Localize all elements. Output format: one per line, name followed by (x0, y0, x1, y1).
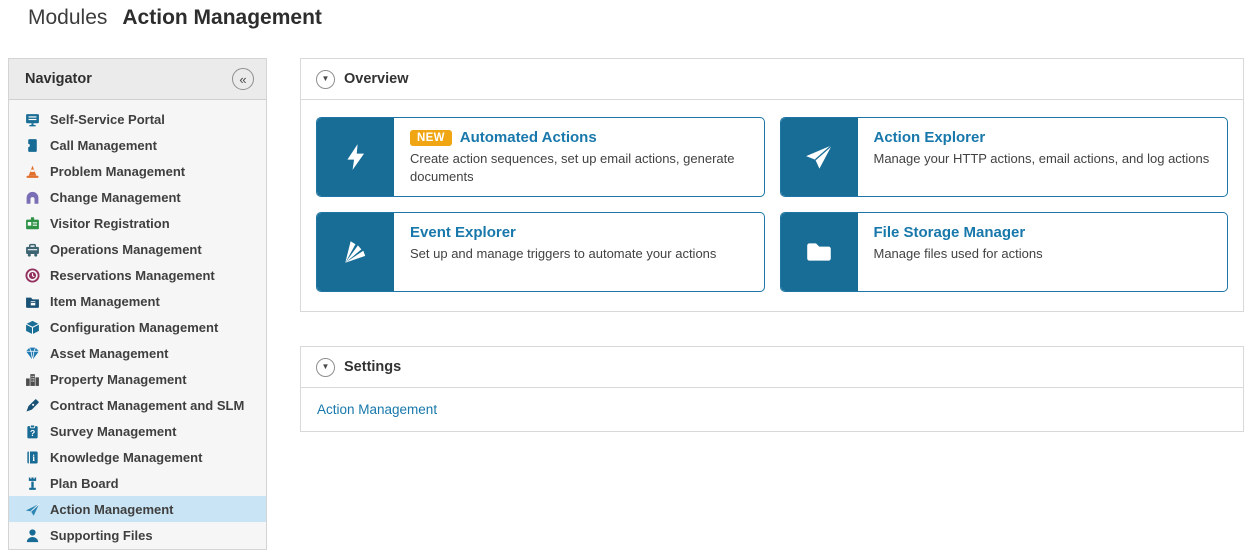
card-title: Event Explorer (410, 224, 516, 241)
book-info-icon: i (25, 450, 40, 465)
control-tower-icon (25, 476, 40, 491)
sidebar-item-label: Call Management (50, 137, 157, 153)
sidebar-item-label: Problem Management (50, 163, 186, 179)
sidebar-item-reservations-management[interactable]: Reservations Management (9, 262, 266, 288)
sidebar-item-label: Change Management (50, 189, 181, 205)
card-description: Manage files used for actions (873, 246, 1043, 261)
new-badge: NEW (410, 129, 452, 146)
sidebar-item-label: Self-Service Portal (50, 111, 165, 127)
service-van-icon (25, 242, 40, 257)
ticket-icon (25, 138, 40, 153)
overview-title: Overview (344, 71, 409, 87)
sidebar-item-property-management[interactable]: Property Management (9, 366, 266, 392)
sidebar-item-action-management[interactable]: Action Management (9, 496, 266, 522)
settings-link-row: Action Management (301, 388, 1243, 431)
page-header: Modules Action Management (0, 0, 1250, 58)
main-area: ▼ Overview NEW Automated Actions Create ac… (300, 58, 1244, 432)
navigator-header: Navigator « (9, 59, 266, 100)
settings-link-action-management[interactable]: Action Management (317, 402, 437, 417)
sidebar-item-operations-management[interactable]: Operations Management (9, 236, 266, 262)
sidebar-item-label: Plan Board (50, 475, 119, 491)
sidebar-item-knowledge-management[interactable]: i Knowledge Management (9, 444, 266, 470)
card-description: Create action sequences, set up email ac… (410, 151, 735, 184)
card-description: Set up and manage triggers to automate y… (410, 246, 717, 261)
card-title: Automated Actions (459, 129, 597, 146)
sidebar-item-change-management[interactable]: Change Management (9, 184, 266, 210)
sidebar-item-label: Knowledge Management (50, 449, 203, 465)
sidebar-item-label: Asset Management (50, 345, 169, 361)
card-automated-actions[interactable]: NEW Automated Actions Create action sequen… (316, 117, 765, 197)
monitor-icon (25, 112, 40, 127)
card-body: Event Explorer Set up and manage triggers… (394, 213, 732, 291)
event-fan-icon (317, 213, 394, 291)
person-icon (25, 528, 40, 543)
sidebar-item-label: Reservations Management (50, 267, 215, 283)
overview-panel: ▼ Overview NEW Automated Actions Create ac… (300, 58, 1244, 312)
card-action-explorer[interactable]: Action Explorer Manage your HTTP actions,… (779, 117, 1228, 197)
paper-plane-icon (780, 118, 858, 196)
sidebar-item-label: Visitor Registration (50, 215, 170, 231)
svg-text:?: ? (30, 427, 35, 437)
collapse-triangle-icon[interactable]: ▼ (316, 69, 335, 89)
clock-circle-icon (25, 267, 40, 283)
card-title: Action Explorer (873, 129, 986, 146)
sidebar-item-item-management[interactable]: Item Management (9, 288, 266, 314)
pen-icon (25, 398, 40, 413)
folder-icon (780, 213, 858, 291)
sidebar-item-visitor-registration[interactable]: Visitor Registration (9, 210, 266, 236)
sidebar-item-plan-board[interactable]: Plan Board (9, 470, 266, 496)
id-badge-icon (25, 216, 40, 231)
folder-box-icon (25, 294, 40, 309)
arch-icon (25, 190, 40, 205)
settings-panel-header: ▼ Settings (301, 347, 1243, 388)
sidebar-item-label: Property Management (50, 371, 187, 387)
navigator-title: Navigator (25, 71, 92, 87)
sidebar-item-label: Item Management (50, 293, 160, 309)
sidebar-item-label: Configuration Management (50, 319, 219, 335)
overview-panel-header: ▼ Overview (301, 59, 1243, 100)
sidebar-item-label: Action Management (50, 501, 174, 517)
card-title-row: NEW Automated Actions (410, 129, 748, 146)
card-body: Action Explorer Manage your HTTP actions,… (858, 118, 1226, 196)
card-event-explorer[interactable]: Event Explorer Set up and manage triggers… (316, 212, 765, 292)
navigator-list: Self-Service Portal Call Management Proble… (9, 100, 266, 552)
page-title: Action Management (122, 6, 322, 29)
card-title-row: Action Explorer (874, 129, 1210, 146)
card-body: File Storage Manager Manage files used fo… (858, 213, 1059, 291)
sidebar-item-label: Contract Management and SLM (50, 397, 245, 413)
lightning-icon (317, 118, 394, 196)
card-file-storage-manager[interactable]: File Storage Manager Manage files used fo… (779, 212, 1228, 292)
sidebar-item-call-management[interactable]: Call Management (9, 132, 266, 158)
settings-title: Settings (344, 359, 402, 375)
collapse-triangle-icon[interactable]: ▼ (316, 357, 335, 377)
sidebar-item-label: Survey Management (50, 423, 177, 439)
clipboard-question-icon: ? (25, 424, 40, 439)
card-title: File Storage Manager (873, 224, 1026, 241)
sidebar-item-self-service-portal[interactable]: Self-Service Portal (9, 106, 266, 132)
navigator-sidebar: Navigator « Self-Service Portal Call Mana… (8, 58, 267, 550)
buildings-icon (25, 372, 40, 387)
sidebar-item-contract-management-and-slm[interactable]: Contract Management and SLM (9, 392, 266, 418)
traffic-cone-icon (25, 164, 40, 179)
sidebar-item-survey-management[interactable]: ? Survey Management (9, 418, 266, 444)
card-body: NEW Automated Actions Create action sequen… (394, 118, 764, 196)
content: Navigator « Self-Service Portal Call Mana… (0, 58, 1250, 550)
sidebar-item-configuration-management[interactable]: Configuration Management (9, 314, 266, 340)
sidebar-item-label: Supporting Files (50, 527, 153, 543)
sidebar-item-problem-management[interactable]: Problem Management (9, 158, 266, 184)
card-title-row: File Storage Manager (874, 224, 1043, 241)
cube-icon (25, 320, 40, 335)
sidebar-item-asset-management[interactable]: Asset Management (9, 340, 266, 366)
card-description: Manage your HTTP actions, email actions,… (873, 151, 1210, 166)
gem-icon (25, 346, 40, 361)
card-title-row: Event Explorer (410, 224, 716, 241)
sidebar-item-label: Operations Management (50, 241, 202, 257)
sidebar-item-supporting-files[interactable]: Supporting Files (9, 522, 266, 548)
settings-panel: ▼ Settings Action Management (300, 346, 1244, 432)
chevrons-left-icon[interactable]: « (232, 68, 254, 90)
overview-cards: NEW Automated Actions Create action sequen… (301, 100, 1243, 311)
breadcrumb[interactable]: Modules (28, 6, 107, 30)
paper-plane-icon (25, 502, 40, 517)
